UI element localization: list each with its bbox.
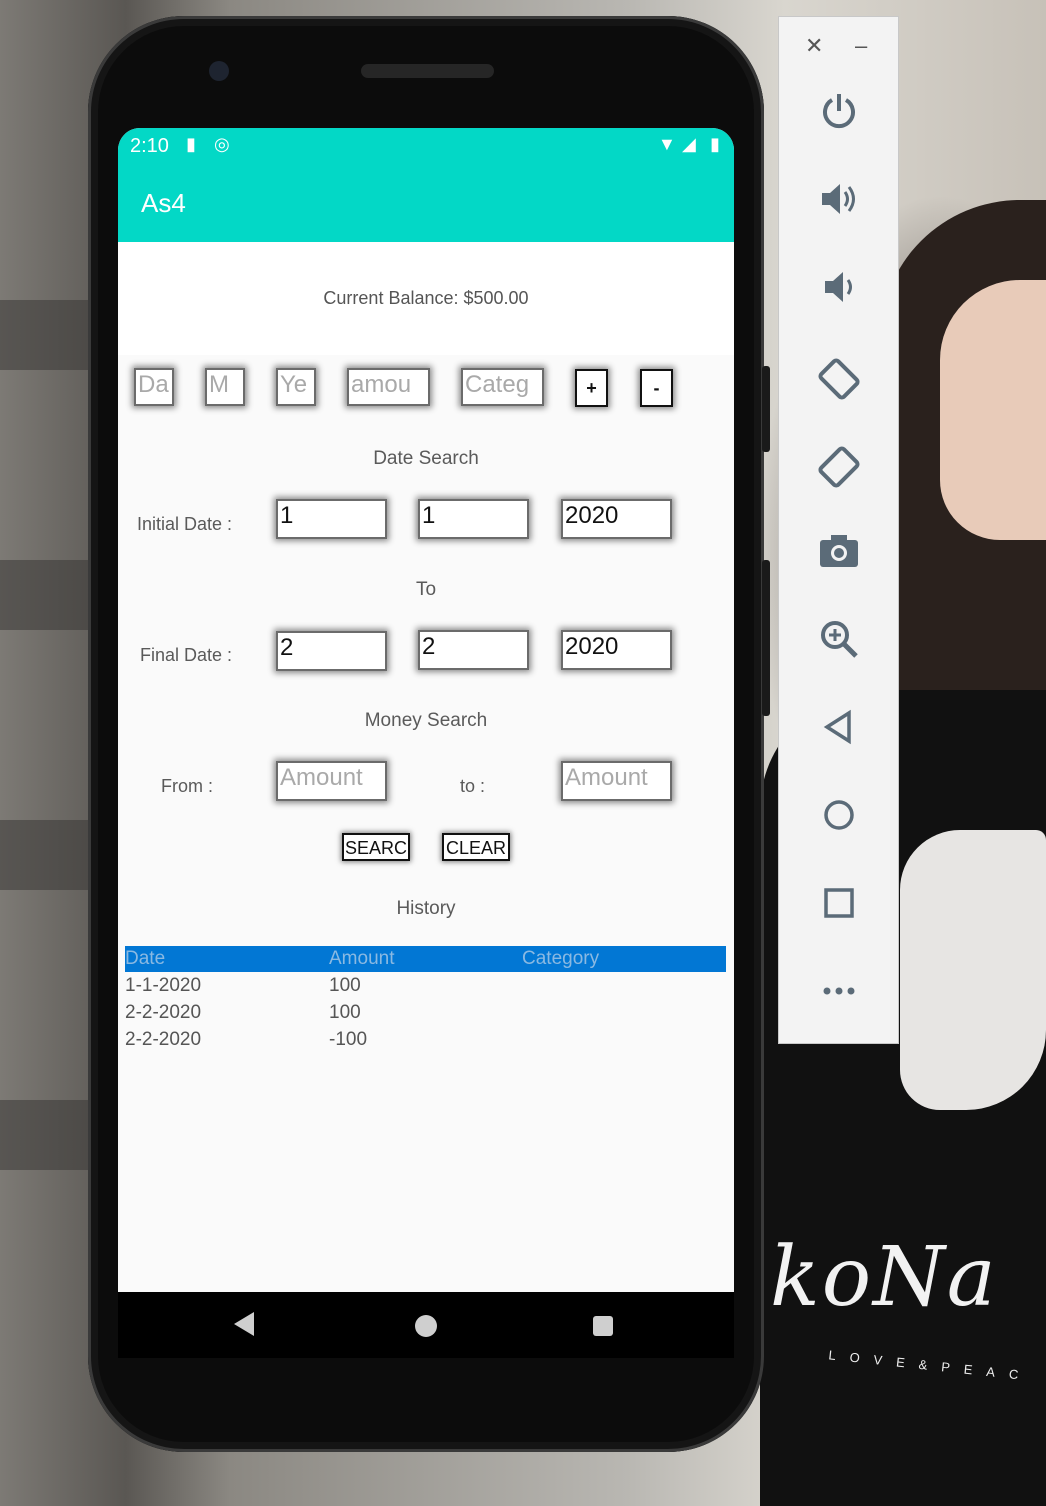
to-amount-label: to : xyxy=(460,776,486,796)
overview-icon[interactable] xyxy=(779,883,898,933)
entry-month-input[interactable]: M xyxy=(205,368,245,406)
close-icon[interactable]: ✕ xyxy=(805,33,823,59)
volume-up-icon[interactable] xyxy=(779,179,898,229)
app-title: As4 xyxy=(141,188,186,218)
column-header-date: Date xyxy=(125,948,166,969)
phone-side-button xyxy=(762,560,770,716)
from-label: From : xyxy=(161,776,213,796)
sync-icon: ◎ xyxy=(214,134,230,154)
more-icon[interactable] xyxy=(779,971,898,1021)
zoom-icon[interactable] xyxy=(779,619,898,669)
status-bar: 2:10 ▮ ◎ ▼ ◢ ▮ xyxy=(118,128,734,164)
wifi-icon: ▼ xyxy=(658,134,676,154)
to-label: To xyxy=(415,579,437,600)
initial-day-input[interactable]: 1 xyxy=(276,499,387,539)
history-table-header: Date Amount Category xyxy=(125,946,726,972)
signal-icon: ◢ xyxy=(682,134,696,154)
final-month-input[interactable]: 2 xyxy=(418,630,529,670)
row-date: 1-1-2020 xyxy=(125,975,202,996)
emulator-toolbar: ✕ – xyxy=(778,16,899,1044)
column-header-amount: Amount xyxy=(329,948,395,969)
nav-recents-icon[interactable] xyxy=(593,1316,613,1336)
phone-camera xyxy=(209,61,229,81)
final-day-input[interactable]: 2 xyxy=(276,631,387,671)
money-search-heading: Money Search xyxy=(364,710,488,731)
person-face xyxy=(940,280,1046,540)
app-screen: 2:10 ▮ ◎ ▼ ◢ ▮ As4 Current Balance: $500… xyxy=(118,128,734,1292)
phone-side-button xyxy=(762,366,770,452)
entry-day-input[interactable]: Da xyxy=(134,368,174,406)
entry-year-input[interactable]: Ye xyxy=(276,368,316,406)
final-year-input[interactable]: 2020 xyxy=(561,630,672,670)
rotate-right-icon[interactable] xyxy=(779,443,898,501)
history-heading: History xyxy=(396,898,456,919)
entry-category-input[interactable]: Categ xyxy=(461,368,544,406)
amount-from-input[interactable]: Amount xyxy=(276,761,387,801)
current-balance: Current Balance: $500.00 xyxy=(323,288,529,308)
status-time: 2:10 xyxy=(130,135,169,157)
volume-down-icon[interactable] xyxy=(779,267,898,317)
power-icon[interactable] xyxy=(779,91,898,141)
initial-month-input[interactable]: 1 xyxy=(418,499,529,539)
entry-amount-input[interactable]: amou xyxy=(347,368,430,406)
row-amount: -100 xyxy=(329,1029,368,1050)
unicorn-print xyxy=(900,830,1046,1110)
nav-home-icon[interactable] xyxy=(415,1315,437,1337)
shirt-print-text: koNa xyxy=(770,1230,998,1325)
battery-icon: ▮ xyxy=(710,134,720,154)
subtract-button[interactable]: - xyxy=(640,369,673,407)
date-search-heading: Date Search xyxy=(373,448,479,469)
row-amount: 100 xyxy=(329,1002,361,1023)
row-date: 2-2-2020 xyxy=(125,1002,202,1023)
clear-button[interactable]: CLEAR xyxy=(442,833,510,861)
final-date-label: Final Date : xyxy=(140,645,233,665)
app-bar: As4 xyxy=(118,164,734,242)
column-header-category: Category xyxy=(522,948,600,969)
nav-back-icon[interactable] xyxy=(234,1312,254,1336)
initial-date-label: Initial Date : xyxy=(137,514,233,534)
add-button[interactable]: + xyxy=(575,369,608,407)
minimize-icon[interactable]: – xyxy=(855,33,867,59)
rotate-left-icon[interactable] xyxy=(779,355,898,413)
row-date: 2-2-2020 xyxy=(125,1029,202,1050)
row-amount: 100 xyxy=(329,975,361,996)
amount-to-input[interactable]: Amount xyxy=(561,761,672,801)
phone-speaker xyxy=(361,64,494,78)
android-nav-bar xyxy=(118,1292,734,1358)
sd-card-icon: ▮ xyxy=(186,134,196,154)
search-button[interactable]: SEARC xyxy=(342,833,410,861)
home-icon[interactable] xyxy=(779,795,898,845)
camera-icon[interactable] xyxy=(779,531,898,581)
back-icon[interactable] xyxy=(779,707,898,757)
initial-year-input[interactable]: 2020 xyxy=(561,499,672,539)
